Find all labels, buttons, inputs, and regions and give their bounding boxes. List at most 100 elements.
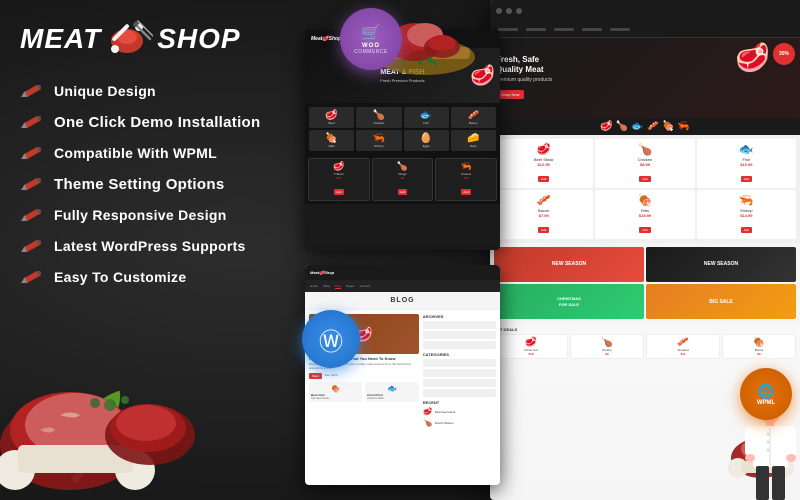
product-card-3: 🐟 Fish $10.99 Add	[697, 139, 796, 188]
cat-grid-img-8: 🧀	[454, 133, 493, 144]
banner-text-2: NEW SEASON	[704, 261, 738, 268]
hot-product-img-1: 🥩	[497, 337, 565, 348]
blog-nav-blog: Blog	[335, 284, 341, 289]
sidebar-archives-title: ARCHIVES	[423, 314, 496, 319]
hot-product-price-2: $9	[573, 352, 641, 356]
wpml-icon: 🌐	[757, 383, 774, 400]
banner-text-4: BIG SALE	[709, 299, 733, 305]
blog-section-header: BLOG	[305, 292, 500, 310]
recent-img-1: 🥩	[423, 407, 433, 416]
knife-svg-6	[21, 238, 43, 254]
hot-product-img-2: 🍗	[573, 337, 641, 348]
feature-item-customize: Easy To Customize	[20, 268, 310, 286]
recent-text-2: Fresh chicken	[435, 421, 454, 425]
sidebar-item-1	[423, 321, 496, 329]
product-price-5: $15.99	[598, 213, 691, 218]
category-icons-row: 🥩 🍗 🐟 🥓 🍖 🦐	[490, 118, 800, 135]
product-btn-5[interactable]: Add	[639, 227, 650, 233]
product-btn-3[interactable]: Add	[741, 176, 752, 182]
hot-product-3: 🥓 Smoked $11	[646, 334, 720, 359]
feature-label-4: Theme Setting Options	[54, 176, 224, 193]
banner-text-3: CHRISTMASFOR SALE	[557, 296, 581, 307]
feature-item-unique-design: Unique Design	[20, 82, 310, 100]
blog-mini-excerpt-2: Ocean to table...	[367, 397, 416, 400]
product-price-6: $14.99	[700, 213, 793, 218]
product-img-3: 🐟	[700, 142, 793, 156]
feature-item-demo: One Click Demo Installation	[20, 113, 310, 131]
woocommerce-badge: 🛒 WOO COMMERCE	[340, 8, 402, 70]
cat-icon-5: 🍖	[662, 121, 674, 132]
logo-svg	[105, 19, 153, 59]
hero-text: Fresh, SafeQuality Meat Premium quality …	[496, 55, 552, 102]
nav-item-mock-1	[526, 28, 546, 31]
cat-grid-label-2: Chicken	[359, 121, 398, 125]
feature-item-responsive: Fully Responsive Design	[20, 206, 310, 224]
product-card-1: 🥩 Beef Steak $12.99 Add	[494, 139, 593, 188]
blog-sidebar: ARCHIVES CATEGORIES RECENT 🥩 New beef st…	[423, 314, 496, 427]
product-btn-4[interactable]: Add	[538, 227, 549, 233]
knife-svg-4	[21, 176, 43, 192]
dark-prod-img-2: 🍗	[375, 161, 431, 172]
product-img-2: 🍗	[598, 142, 691, 156]
banner-new-season-2: NEW SEASON	[646, 247, 796, 282]
sidebar-cat-3	[423, 379, 496, 387]
banner-new-season-1: NEW SEASON	[494, 247, 644, 282]
product-grid: 🥩 Beef Steak $12.99 Add 🍗 Chicken $8.99 …	[490, 135, 800, 243]
cat-icon-3: 🐟	[631, 121, 643, 132]
more-products-section: HOT DEALS 🥩 Prime Cut $18 🍗 Poultry $9 🥓…	[490, 323, 800, 365]
hero-subtitle: Premium quality products	[496, 77, 552, 83]
browser-dot-2	[506, 8, 512, 14]
sidebar-categories-title: CATEGORIES	[423, 352, 496, 357]
dark-prod-btn-3[interactable]: Add	[461, 189, 470, 195]
dark-prod-btn-2[interactable]: Add	[398, 189, 407, 195]
cat-grid-label-4: Bacon	[454, 121, 493, 125]
product-img-6: 🦐	[700, 193, 793, 207]
cat-grid-7: 🥚 Eggs	[404, 130, 449, 151]
cat-grid-3: 🐟 Fish	[404, 107, 449, 128]
pencil-icon-5	[20, 206, 44, 224]
dark-prod-btn-1[interactable]: Add	[334, 189, 343, 195]
banner-text-1: NEW SEASON	[552, 261, 586, 268]
product-btn-6[interactable]: Add	[741, 227, 752, 233]
sidebar-recent: RECENT 🥩 New beef stock 🍗 Fresh chicken	[423, 400, 496, 427]
hot-product-4: 🍖 Bones $6	[722, 334, 796, 359]
cat-grid-2: 🍗 Chicken	[356, 107, 401, 128]
product-btn-2[interactable]: Add	[639, 176, 650, 182]
cat-grid-4: 🥓 Bacon	[451, 107, 496, 128]
product-card-4: 🥓 Bacon $7.99 Add	[494, 190, 593, 239]
feature-label-2: One Click Demo Installation	[54, 114, 260, 131]
pencil-icon-2	[20, 113, 44, 131]
dark-prod-3: 🦐 Prawns $16 Add	[435, 158, 497, 201]
hot-product-2: 🍗 Poultry $9	[570, 334, 644, 359]
product-btn-1[interactable]: Add	[538, 176, 549, 182]
feature-item-theme-settings: Theme Setting Options	[20, 175, 310, 193]
blog-mini-img-2: 🐟	[367, 384, 416, 393]
cat-grid-label-6: Shrimp	[359, 144, 398, 148]
hero-button[interactable]: Shop Now	[496, 90, 524, 99]
sale-percent: 30%	[779, 51, 789, 57]
dark-prod-2: 🍗 Wings $9 Add	[372, 158, 434, 201]
sidebar-cat-1	[423, 359, 496, 367]
browser-dot-1	[496, 8, 502, 14]
product-img-1: 🥩	[497, 142, 590, 156]
cat-icon-1: 🥩	[600, 121, 612, 132]
nav-logo-mock	[498, 28, 518, 31]
woo-icon: 🛒	[361, 23, 381, 43]
pencil-icon-7	[20, 268, 44, 286]
blog-nav-contact: Contact	[360, 284, 370, 288]
cat-grid-6: 🦐 Shrimp	[356, 130, 401, 151]
knife-svg-3	[21, 145, 43, 161]
blog-browser-header: Meat🥩Shop	[305, 265, 500, 280]
product-price-2: $8.99	[598, 162, 691, 167]
dark-prod-price-2: $9	[375, 176, 431, 180]
sidebar-cat-4	[423, 389, 496, 397]
product-card-6: 🦐 Shrimp $14.99 Add	[697, 190, 796, 239]
product-card-2: 🍗 Chicken $8.99 Add	[595, 139, 694, 188]
cat-grid-img-4: 🥓	[454, 110, 493, 121]
dark-prod-img-3: 🦐	[438, 161, 494, 172]
mockup-nav	[490, 22, 800, 38]
blog-nav-bar: Home Shop Blog Pages Contact	[305, 280, 500, 292]
cat-icon-6: 🦐	[677, 121, 689, 132]
feature-label-3: Compatible With WPML	[54, 145, 217, 161]
mockup-hero-section: Fresh, SafeQuality Meat Premium quality …	[490, 38, 800, 118]
